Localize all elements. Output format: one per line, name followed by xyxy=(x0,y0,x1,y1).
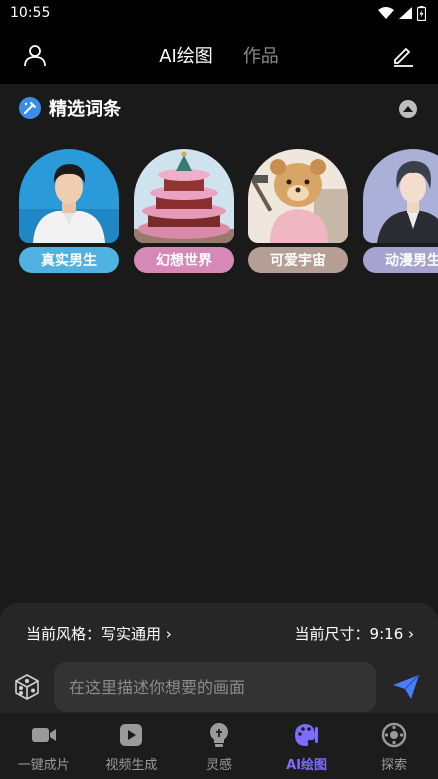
battery-icon xyxy=(417,5,426,21)
card-real-boy[interactable]: 真实男生 xyxy=(19,149,119,273)
tab-label: AI绘图 xyxy=(286,758,328,773)
explore-icon xyxy=(380,722,408,748)
settings-row: 当前风格：写实通用 › 当前尺寸：9:16 › xyxy=(26,623,414,645)
tab-video-generate[interactable]: 视频生成 xyxy=(88,713,176,779)
card-label-anime-boy: 动漫男生 xyxy=(363,247,438,273)
card-label-cute-universe: 可爱宇宙 xyxy=(248,247,348,273)
tab-inspiration[interactable]: 灵感 xyxy=(175,713,263,779)
tab-one-click-film[interactable]: 一键成片 xyxy=(0,713,88,779)
pencil-icon xyxy=(394,47,413,67)
send-button[interactable] xyxy=(390,672,422,702)
prompt-row xyxy=(0,662,438,712)
prompt-input[interactable] xyxy=(54,662,376,712)
card-label-real-boy: 真实男生 xyxy=(19,247,119,273)
tab-explore[interactable]: 探索 xyxy=(350,713,438,779)
card-anime-boy[interactable]: 动漫男生 xyxy=(363,149,438,273)
wifi-icon xyxy=(378,7,394,19)
random-prompt-button[interactable] xyxy=(12,672,42,702)
featured-icon xyxy=(19,97,41,119)
tab-works[interactable]: 作品 xyxy=(243,42,279,68)
tab-ai-drawing[interactable]: AI绘图 xyxy=(159,42,213,68)
tab-label: 一键成片 xyxy=(17,758,70,773)
card-cute-universe[interactable]: 可爱宇宙 xyxy=(248,149,348,273)
prompt-cards: 真实男生 幻想世界 可爱宇宙 动漫男生 xyxy=(19,149,438,275)
tab-label: 视频生成 xyxy=(105,758,158,773)
card-image-fantasy-world xyxy=(134,149,234,243)
tab-ai-drawing-active[interactable]: AI绘图 xyxy=(263,713,351,779)
collapse-button[interactable] xyxy=(399,100,417,118)
send-icon xyxy=(393,674,420,699)
play-square-icon xyxy=(117,722,145,748)
status-time: 10:55 xyxy=(10,5,51,21)
edit-button[interactable] xyxy=(379,26,427,84)
nav-tabs: AI绘图 作品 xyxy=(0,26,438,84)
tab-label: 灵感 xyxy=(205,758,232,773)
signal-icon xyxy=(399,7,412,19)
section-header: 精选词条 xyxy=(0,84,438,132)
palette-icon xyxy=(293,722,321,748)
bottom-tab-bar: 一键成片 视频生成 灵感 AI绘图 探索 xyxy=(0,713,438,779)
status-bar: 10:55 xyxy=(0,0,438,26)
bottom-panel: 当前风格：写实通用 › 当前尺寸：9:16 › xyxy=(0,603,438,713)
card-image-anime-boy xyxy=(363,149,438,243)
card-image-cute-universe xyxy=(248,149,348,243)
section-title: 精选词条 xyxy=(49,99,121,120)
top-nav: AI绘图 作品 xyxy=(0,26,438,84)
tab-label: 探索 xyxy=(381,758,408,773)
status-icons xyxy=(378,5,426,21)
lightbulb-icon xyxy=(205,722,233,748)
current-style-selector[interactable]: 当前风格：写实通用 › xyxy=(26,623,172,645)
card-label-fantasy-world: 幻想世界 xyxy=(134,247,234,273)
dice-icon xyxy=(15,674,39,700)
card-image-real-boy xyxy=(19,149,119,243)
chevron-up-icon xyxy=(403,106,413,112)
card-fantasy-world[interactable]: 幻想世界 xyxy=(134,149,234,273)
video-camera-icon xyxy=(30,722,58,748)
current-size-selector[interactable]: 当前尺寸：9:16 › xyxy=(295,623,414,645)
